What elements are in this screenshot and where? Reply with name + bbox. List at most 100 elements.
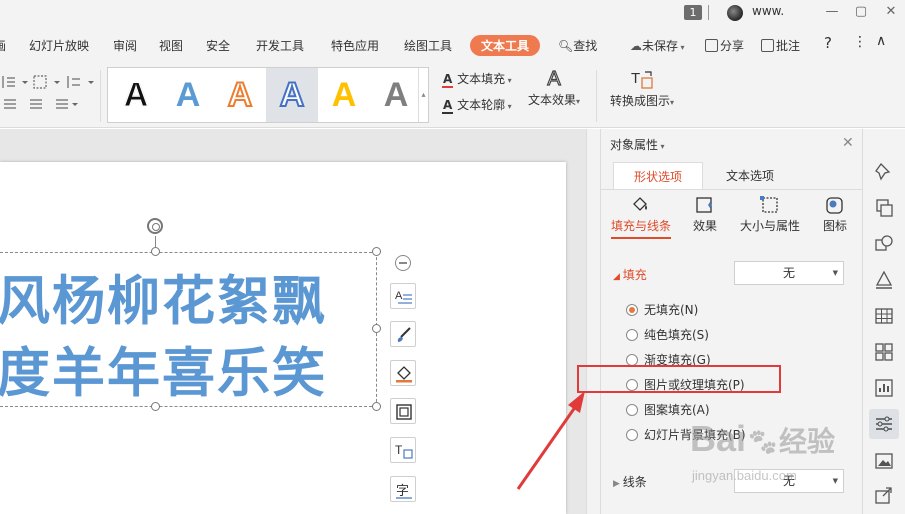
radio-pattern-fill[interactable]: 图案填充(A) xyxy=(626,401,710,418)
fill-bucket-icon xyxy=(633,197,647,211)
brush-tool[interactable] xyxy=(390,321,416,347)
help-icon[interactable]: ? xyxy=(824,34,832,52)
slide-text-line-1[interactable]: 风杨柳花絮飘 xyxy=(0,259,327,335)
divider xyxy=(601,189,863,190)
fill-tool[interactable] xyxy=(390,360,416,386)
tab-features[interactable]: 特色应用 xyxy=(331,37,379,54)
divider xyxy=(100,70,101,122)
avatar[interactable] xyxy=(727,5,743,21)
fill-dropdown[interactable]: 无 ▼ xyxy=(734,261,844,285)
menu-bar: 画 幻灯片放映 审阅 视图 安全 开发工具 特色应用 绘图工具 文本工具 🔍︎查… xyxy=(0,26,905,64)
character-icon: 字 xyxy=(396,484,412,499)
unsaved-button[interactable]: ☁未保存 ▾ xyxy=(630,37,685,54)
svg-text:字: 字 xyxy=(396,484,409,499)
shapes-icon[interactable] xyxy=(873,233,895,255)
pin-icon[interactable] xyxy=(873,161,895,183)
slide-text-line-2[interactable]: 度羊年喜乐笑 xyxy=(0,331,327,407)
resize-handle-top-right[interactable] xyxy=(372,247,381,256)
radio-icon-checked xyxy=(626,304,638,316)
tab-developer[interactable]: 开发工具 xyxy=(256,37,304,54)
text-effect-icon: A xyxy=(547,67,562,90)
share-icon[interactable] xyxy=(873,484,895,506)
tab-review[interactable]: 审阅 xyxy=(113,37,137,54)
title-bar: 1 www. — ▢ ✕ xyxy=(0,0,905,26)
minimize-button[interactable]: — xyxy=(822,2,842,22)
subtab-icon[interactable]: 图标 xyxy=(817,195,853,234)
copy-layers-icon[interactable] xyxy=(873,197,895,219)
share-button[interactable]: 分享 xyxy=(705,37,744,54)
text-fill-icon: A xyxy=(442,72,454,88)
brush-icon xyxy=(397,327,411,342)
collapse-tools-icon[interactable] xyxy=(395,255,411,271)
fill-icon[interactable] xyxy=(873,269,895,291)
text-style-blue[interactable]: A xyxy=(162,68,214,122)
sliders-icon xyxy=(876,416,892,432)
chart-icon[interactable] xyxy=(873,377,895,399)
radio-no-fill[interactable]: 无填充(N) xyxy=(626,301,698,318)
character-tool[interactable]: 字 xyxy=(390,476,416,502)
radio-icon xyxy=(626,329,638,341)
tab-slideshow[interactable]: 幻灯片放映 xyxy=(29,37,89,54)
text-style-blue-outline[interactable]: A xyxy=(266,68,318,122)
subtab-fill-and-line[interactable]: 填充与线条 xyxy=(609,195,673,234)
maximize-button[interactable]: ▢ xyxy=(851,2,871,22)
text-style-gold[interactable]: A xyxy=(318,68,370,122)
text-style-orange-outline[interactable]: A xyxy=(214,68,266,122)
text-fill-button[interactable]: A 文本填充 ▾ xyxy=(442,70,512,88)
tab-text-tools[interactable]: 文本工具 xyxy=(470,35,541,56)
paragraph-controls[interactable] xyxy=(2,70,97,114)
text-effect-button[interactable]: A 文本效果▾ xyxy=(528,67,580,108)
outline-tool[interactable] xyxy=(390,398,416,424)
collapse-ribbon-icon[interactable]: ∧ xyxy=(876,33,886,49)
text-style-black[interactable]: A xyxy=(110,68,162,122)
resize-handle-top[interactable] xyxy=(151,247,160,256)
right-tool-strip xyxy=(862,129,905,514)
tab-text-options[interactable]: 文本选项 xyxy=(705,162,795,190)
active-subtab-indicator xyxy=(611,237,671,239)
tab-draw[interactable]: 画 xyxy=(0,37,6,54)
text-style-gallery[interactable]: A A A A A A ▴▾ xyxy=(107,67,429,153)
image-icon[interactable] xyxy=(873,450,895,472)
close-window-button[interactable]: ✕ xyxy=(881,2,901,22)
more-icon[interactable]: ⋮ xyxy=(853,34,867,50)
radio-icon xyxy=(626,429,638,441)
chevron-down-icon: ▼ xyxy=(832,477,838,485)
convert-to-diagram-button[interactable]: T 转换成图示▾ xyxy=(607,68,677,109)
search-button[interactable]: 🔍︎查找 xyxy=(558,37,597,54)
svg-text:T: T xyxy=(395,443,403,457)
tab-view[interactable]: 视图 xyxy=(159,37,183,54)
close-icon[interactable]: ✕ xyxy=(842,135,854,151)
text-outline-icon: A xyxy=(442,98,454,114)
gallery-scroll-icon[interactable]: ▴▾ xyxy=(418,68,428,153)
resize-handle-bottom-right[interactable] xyxy=(372,402,381,411)
user-name[interactable]: www. xyxy=(752,4,784,18)
ribbon: A A A A A A ▴▾ A 文本填充 ▾ A 文本轮廓 ▾ A 文本效果▾… xyxy=(0,64,905,153)
subtab-effects[interactable]: 效果 xyxy=(687,195,723,234)
pane-title[interactable]: 对象属性 ▾ xyxy=(610,136,665,153)
table-icon[interactable] xyxy=(873,305,895,327)
tab-shape-options[interactable]: 形状选项 xyxy=(613,162,703,190)
tab-drawing-tools[interactable]: 绘图工具 xyxy=(404,37,452,54)
text-format-icon: A xyxy=(395,290,412,304)
resize-handle-right[interactable] xyxy=(372,324,381,333)
text-format-tool[interactable]: A xyxy=(390,283,416,309)
properties-panel-button[interactable] xyxy=(869,409,899,439)
convert-diagram-icon: T xyxy=(395,443,413,459)
text-style-gray[interactable]: A xyxy=(370,68,422,122)
subtab-size-and-properties[interactable]: 大小与属性 xyxy=(737,195,803,234)
comment-button[interactable]: 批注 xyxy=(761,37,800,54)
line-section-toggle[interactable]: ▶ 线条 xyxy=(613,473,647,490)
text-outline-button[interactable]: A 文本轮廓 ▾ xyxy=(442,96,512,114)
fill-bucket-icon xyxy=(396,366,412,383)
radio-solid-fill[interactable]: 纯色填充(S) xyxy=(626,326,709,343)
grid-apps-icon[interactable] xyxy=(873,341,895,363)
chevron-down-icon: ▼ xyxy=(832,269,838,277)
selected-textbox[interactable]: 风杨柳花絮飘 度羊年喜乐笑 xyxy=(0,252,377,407)
resize-handle-bottom[interactable] xyxy=(151,402,160,411)
notification-badge[interactable]: 1 xyxy=(684,5,702,20)
convert-tool[interactable]: T xyxy=(390,437,416,463)
fill-section-toggle[interactable]: ◢ 填充 xyxy=(613,266,647,283)
rotate-handle[interactable] xyxy=(147,218,163,234)
annotation-highlight-box xyxy=(577,365,781,393)
tab-security[interactable]: 安全 xyxy=(206,37,230,54)
